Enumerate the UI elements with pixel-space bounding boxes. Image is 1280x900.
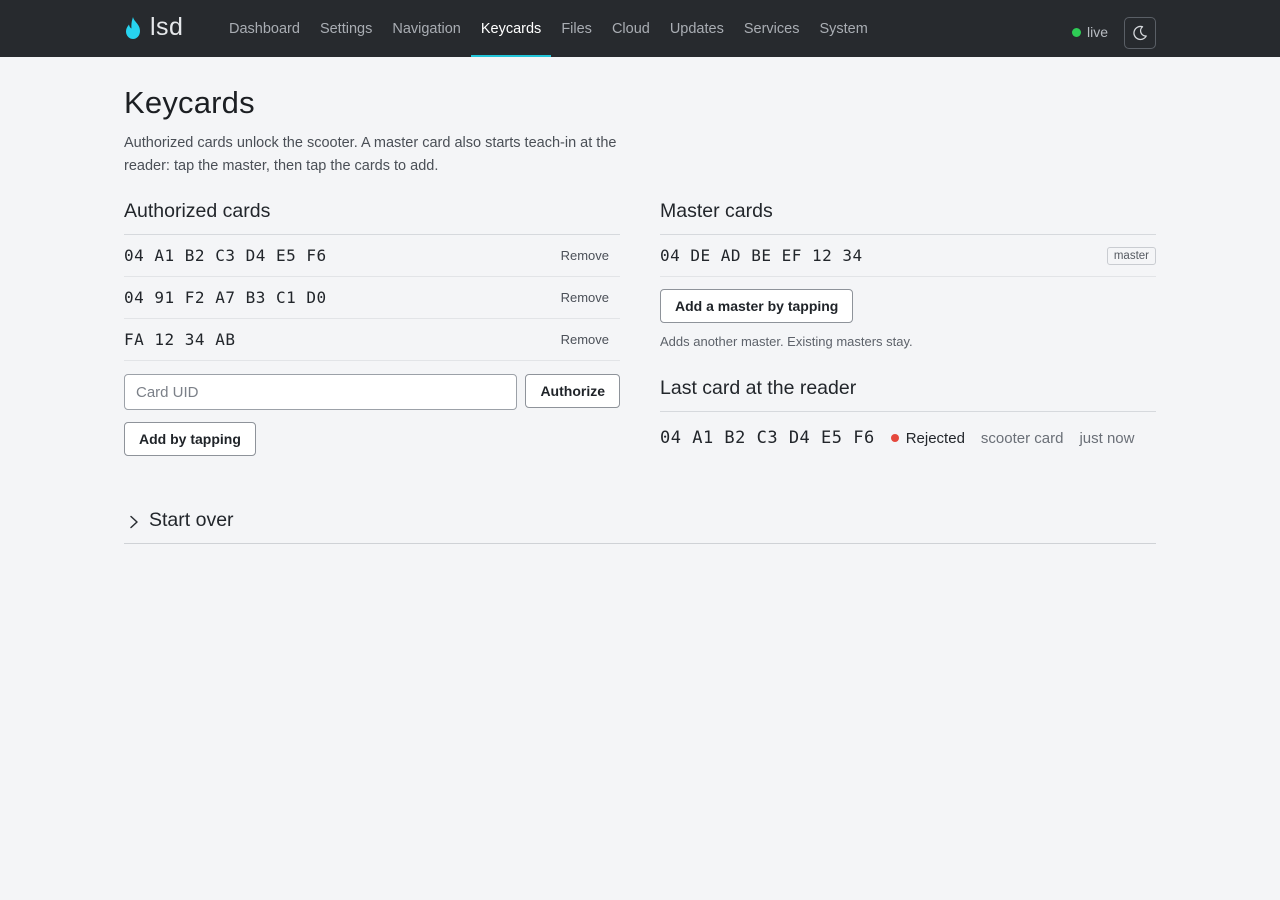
authorized-card-row: 04 91 F2 A7 B3 C1 D0 Remove (124, 277, 620, 319)
nav-services[interactable]: Services (734, 0, 810, 57)
nav-cloud[interactable]: Cloud (602, 0, 660, 57)
connection-status: live (1072, 24, 1108, 40)
card-uid: 04 91 F2 A7 B3 C1 D0 (124, 288, 327, 307)
nav-keycards[interactable]: Keycards (470, 0, 552, 57)
remove-card-button[interactable]: Remove (561, 332, 609, 347)
nav-updates[interactable]: Updates (660, 0, 734, 57)
main-nav: Dashboard Settings Navigation Keycards F… (219, 0, 878, 57)
master-card-row: 04 DE AD BE EF 12 34 master (660, 235, 1156, 277)
last-card-result: Rejected (890, 429, 965, 447)
authorize-button[interactable]: Authorize (525, 374, 620, 408)
top-bar: lsd Dashboard Settings Navigation Keycar… (0, 0, 1280, 57)
page-intro: Authorized cards unlock the scooter. A m… (124, 135, 617, 174)
master-cards-section: Master cards 04 DE AD BE EF 12 34 master… (660, 200, 1156, 464)
add-master-button[interactable]: Add a master by tapping (660, 289, 854, 323)
start-over-toggle[interactable]: Start over (124, 509, 1156, 544)
master-card-uid: 04 DE AD BE EF 12 34 (660, 246, 863, 265)
nav-dashboard[interactable]: Dashboard (219, 0, 310, 57)
card-uid: FA 12 34 AB (124, 330, 236, 349)
page-title: Keycards (124, 85, 255, 120)
status-label: live (1087, 24, 1109, 40)
brand-name: lsd (150, 13, 184, 41)
authorized-cards-title: Authorized cards (124, 200, 620, 235)
moon-icon (1133, 25, 1147, 41)
card-uid: 04 A1 B2 C3 D4 E5 F6 (124, 246, 327, 265)
last-card-time: just now (1079, 429, 1135, 447)
last-card-row: 04 A1 B2 C3 D4 E5 F6 Rejected scooter ca… (660, 412, 1156, 464)
nav-files[interactable]: Files (551, 0, 602, 57)
result-dot (890, 434, 899, 442)
card-uid-input[interactable] (124, 374, 518, 410)
chevron-right-icon (130, 515, 138, 529)
status-dot (1072, 27, 1081, 37)
flame-icon (126, 16, 140, 39)
nav-navigation[interactable]: Navigation (382, 0, 471, 57)
brand[interactable]: lsd (124, 13, 183, 42)
master-cards-title: Master cards (660, 200, 1156, 235)
theme-toggle-button[interactable] (1124, 17, 1156, 49)
last-card-type: scooter card (980, 429, 1064, 447)
authorized-cards-section: Authorized cards 04 A1 B2 C3 D4 E5 F6 Re… (124, 200, 620, 456)
add-card-form: Authorize (124, 374, 620, 410)
authorized-card-row: 04 A1 B2 C3 D4 E5 F6 Remove (124, 235, 620, 277)
start-over-label: Start over (149, 509, 234, 531)
add-master-hint: Adds another master. Existing masters st… (660, 334, 913, 349)
authorized-card-row: FA 12 34 AB Remove (124, 319, 620, 361)
master-badge: master (1106, 246, 1156, 265)
add-by-tapping-button[interactable]: Add by tapping (124, 422, 256, 456)
result-label: Rejected (905, 429, 965, 447)
nav-settings[interactable]: Settings (310, 0, 382, 57)
remove-card-button[interactable]: Remove (561, 290, 609, 305)
nav-system[interactable]: System (809, 0, 877, 57)
last-card-title: Last card at the reader (660, 377, 1156, 412)
remove-card-button[interactable]: Remove (561, 248, 609, 263)
last-card-uid: 04 A1 B2 C3 D4 E5 F6 (660, 428, 875, 448)
